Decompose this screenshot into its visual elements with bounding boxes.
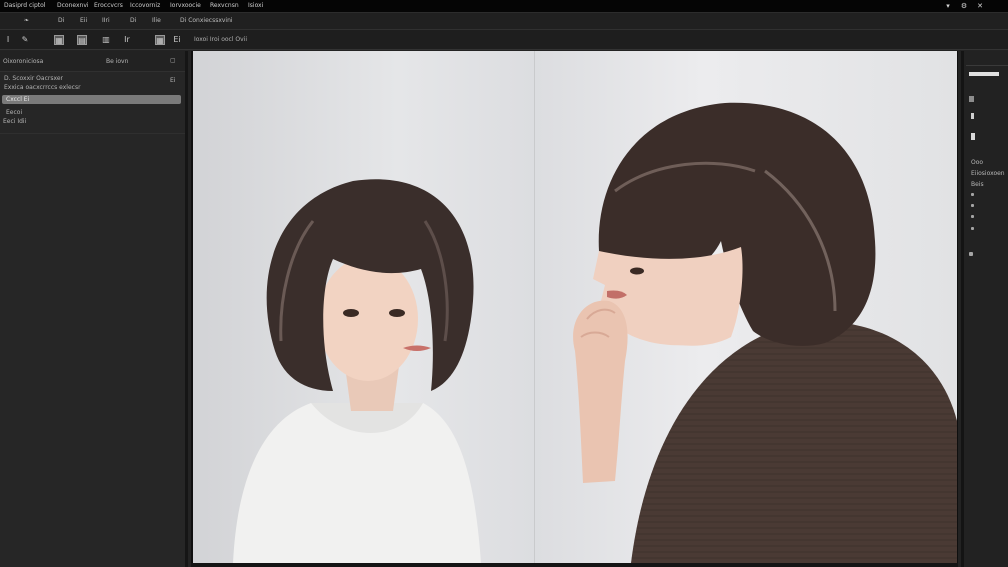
layer-thumbnail-bar[interactable] xyxy=(969,72,999,76)
menu-item-layer[interactable]: Iccovorniz xyxy=(130,2,160,9)
layer-swatch[interactable] xyxy=(969,96,974,102)
layer-dot-icon[interactable] xyxy=(971,227,974,230)
properties-panel: Oixoroniciosa Be iovn ▢ D. Scoxxir Oacrs… xyxy=(0,51,188,567)
menu-item-file[interactable]: Dasiprd ciptol xyxy=(4,2,45,9)
text-tool-icon[interactable]: Ir xyxy=(122,35,132,45)
grid-tool-icon[interactable]: ▤ xyxy=(77,35,87,45)
layer-dot-icon[interactable] xyxy=(971,193,974,196)
menu-item-help[interactable]: Isioxi xyxy=(248,2,263,9)
menu-item-image[interactable]: Eroccvcrs xyxy=(94,2,123,9)
tab-home[interactable]: ❧ xyxy=(24,17,29,24)
tab-document[interactable]: Di Conxiecssxvini xyxy=(180,17,233,24)
toolbar-options-label: Ioxoi Iroi oocl Ovii xyxy=(194,36,248,43)
selected-dropdown[interactable]: Cxccl Ei xyxy=(2,95,181,104)
options-toolbar: I ✎ ▦ ▤ ▥ Ir ▦ Ei Ioxoi Iroi oocl Ovii xyxy=(0,30,1008,50)
align-tool-icon[interactable]: ▦ xyxy=(155,35,165,45)
tab-5[interactable]: Ilie xyxy=(152,17,161,24)
menu-item-filter[interactable]: Rexvcnsn xyxy=(210,2,239,9)
tab-2[interactable]: Eii xyxy=(80,17,87,24)
portrait-front-illustration xyxy=(233,179,481,563)
frame-tool-icon[interactable]: ▥ xyxy=(101,35,111,45)
close-icon[interactable]: ✕ xyxy=(976,2,984,10)
layer-dot-icon[interactable] xyxy=(971,215,974,218)
menu-item-select[interactable]: Iorvxoocie xyxy=(170,2,201,9)
panel-divider xyxy=(966,65,1008,66)
panel-mode-label[interactable]: Be iovn xyxy=(106,58,128,65)
panel-divider xyxy=(0,133,185,134)
layers-panel: Ooo Eiiosioxoen Beis xyxy=(961,51,1008,567)
layer-lock-icon[interactable] xyxy=(971,133,975,140)
property-label: D. Scoxxir Oacrsxer xyxy=(4,75,63,82)
tab-4[interactable]: Di xyxy=(130,17,136,24)
canvas-bottom-edge xyxy=(191,563,958,567)
tab-3[interactable]: IIri xyxy=(102,17,110,24)
dropdown-icon[interactable]: ▾ xyxy=(944,2,952,10)
menu-item-edit[interactable]: Dconexnvi xyxy=(57,2,89,9)
extra-tool-icon[interactable]: Ei xyxy=(172,35,182,45)
property-option-2[interactable]: Eeci Idii xyxy=(3,118,26,125)
menu-bar: Dasiprd ciptol Dconexnvi Eroccvcrs Iccov… xyxy=(0,0,1008,13)
move-tool-icon[interactable]: I xyxy=(3,35,13,45)
panel-title: Oixoroniciosa xyxy=(3,58,44,65)
tab-bar: ❧ Di Eii IIri Di Ilie Di Conxiecssxvini xyxy=(0,13,1008,30)
layer-tool-icon[interactable]: ▦ xyxy=(54,35,64,45)
panel-label-3: Beis xyxy=(971,181,984,188)
image-canvas[interactable] xyxy=(191,51,958,563)
layer-dot-icon[interactable] xyxy=(969,252,973,256)
gear-icon[interactable]: ⚙ xyxy=(960,2,968,10)
panel-label-2: Eiiosioxoen xyxy=(971,170,1005,177)
panel-menu-icon[interactable]: ▢ xyxy=(170,57,176,64)
photo-left-panel xyxy=(193,51,535,563)
photo-editor-window: Dasiprd ciptol Dconexnvi Eroccvcrs Iccov… xyxy=(0,0,1008,567)
photo-right-panel xyxy=(535,51,957,563)
layer-dot-icon[interactable] xyxy=(971,204,974,207)
layer-indicator xyxy=(971,113,974,119)
panel-header: Oixoroniciosa Be iovn ▢ xyxy=(0,51,185,72)
property-option[interactable]: Eecoi xyxy=(6,109,22,116)
brush-tool-icon[interactable]: ✎ xyxy=(20,35,30,45)
panel-label-1: Ooo xyxy=(971,159,984,166)
tab-1[interactable]: Di xyxy=(58,17,64,24)
property-description: Exxica oacxcrrccs exlecsr xyxy=(4,84,81,91)
portrait-profile-illustration xyxy=(573,102,957,563)
property-value[interactable]: Ei xyxy=(170,77,175,84)
